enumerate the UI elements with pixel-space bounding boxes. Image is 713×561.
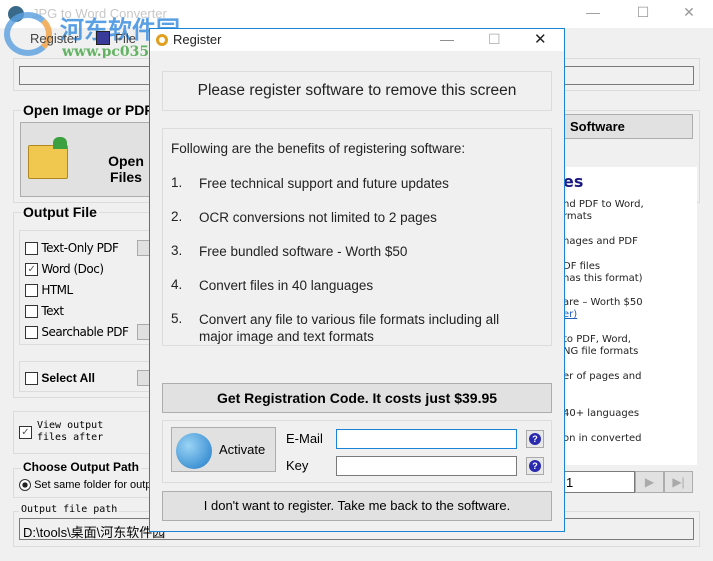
dialog-close-button[interactable]: ✕ [534,30,547,48]
activate-button[interactable]: Activate [171,427,276,472]
info-line: nages and PDF [563,236,638,247]
open-files-button[interactable]: Open Files [20,122,160,197]
software-label: Software [570,119,625,134]
get-code-label: Get Registration Code. It costs just $39… [216,390,498,406]
email-help-icon[interactable]: ? [526,430,544,448]
benefits-intro: Following are the benefits of registerin… [171,141,466,156]
open-group-label: Open Image or PDF [21,102,155,118]
select-all-label: Select All [41,371,95,385]
option-html[interactable]: HTML [25,283,73,297]
activate-label: Activate [219,442,266,457]
benefit-text: Convert files in 40 languages [199,278,374,293]
info-line: NG file formats [563,346,639,357]
info-line: DF files [563,261,601,272]
view-output-label: View output files after [37,420,103,444]
benefit-text: Free bundled software - Worth $50 [199,244,408,259]
output-file-label: Output File [21,204,99,220]
menu-label: Register [30,31,79,46]
choose-output-path-label: Choose Output Path [21,460,141,474]
banner-box: Please register software to remove this … [162,71,552,111]
option-label: Searchable PDF [41,325,129,339]
info-line: to PDF, Word, [563,334,631,345]
output-file-path-label: Output file path [19,504,120,515]
email-label: E-Mail [286,431,323,446]
option-text-only-pdf[interactable]: Text-Only PDF [25,241,119,255]
last-page-button[interactable]: ▶| [664,471,693,493]
benefit-number: 4. [171,277,183,292]
radio-icon[interactable] [19,479,31,492]
software-button[interactable]: Software [555,114,693,139]
next-page-button[interactable]: ▶ [635,471,664,493]
key-input[interactable] [336,456,517,476]
view-output-checkbox[interactable]: ✓ [19,426,32,439]
checkbox[interactable] [25,242,38,255]
back-to-software-button[interactable]: I don't want to register. Take me back t… [162,491,552,521]
view-output-line: files after [37,432,104,443]
benefit-number: 5. [171,311,183,326]
info-panel: es nd PDF to Word, rmats nages and PDF D… [555,167,697,465]
checkbox[interactable] [25,284,38,297]
minimize-button[interactable]: — [583,4,603,20]
close-button[interactable]: ✕ [679,4,699,21]
maximize-button[interactable]: ☐ [633,4,653,21]
checkbox[interactable] [25,305,38,318]
output-file-path-value: D:\tools\桌面\河东软件园 [23,525,166,540]
folder-icon [28,145,68,179]
same-folder-radio[interactable]: Set same folder for outp [19,479,152,492]
key-label: Key [286,458,309,473]
menu-file[interactable]: File [115,31,136,46]
green-arrow-icon [53,137,67,149]
register-dialog: Register — ☐ ✕ Please register software … [149,28,565,532]
info-line: are – Worth $50 [563,297,643,308]
info-link[interactable]: er) [563,309,577,320]
get-registration-code-button[interactable]: Get Registration Code. It costs just $39… [162,383,552,413]
option-label: Text [41,304,64,318]
menu-register[interactable]: Register [30,31,78,46]
option-searchable-pdf[interactable]: Searchable PDF [25,325,129,339]
benefit-number: 1. [171,175,183,190]
info-line: on in converted [563,433,642,444]
option-word-doc[interactable]: ✓ Word (Doc) [25,262,104,276]
option-label: HTML [41,283,73,297]
benefit-text: OCR conversions not limited to 2 pages [199,210,437,225]
info-line: has this format) [563,273,643,284]
key-icon [156,34,168,46]
menu-label: File [115,31,136,46]
option-text[interactable]: Text [25,304,64,318]
checkbox[interactable] [25,326,38,339]
page-number-input[interactable]: 1 [555,471,635,493]
dialog-minimize-button[interactable]: — [440,31,454,47]
globe-icon [176,433,212,469]
checkbox[interactable] [25,372,38,386]
select-all-checkbox[interactable]: Select All [25,371,95,386]
option-label: Text-Only PDF [41,241,119,255]
benefits-box: Following are the benefits of registerin… [162,128,552,346]
option-label: Word (Doc) [41,262,104,276]
dialog-title: Register [173,32,222,47]
info-heading: es [563,172,584,191]
info-line: 40+ languages [563,408,640,419]
info-line: nd PDF to Word, [563,199,644,210]
checkbox[interactable]: ✓ [25,263,38,276]
benefit-number: 2. [171,209,183,224]
info-line: er of pages and [563,371,642,382]
radio-label: Set same folder for outp [34,479,152,491]
benefit-text: Convert any file to various file formats… [199,312,500,344]
benefit-text: Free technical support and future update… [199,176,449,191]
view-output-line: View output [37,420,104,431]
back-label: I don't want to register. Take me back t… [203,498,511,513]
floppy-icon [96,31,110,45]
email-input[interactable] [336,429,517,449]
info-line: rmats [563,211,592,222]
benefit-number: 3. [171,243,183,258]
dialog-maximize-button[interactable]: ☐ [488,31,501,48]
key-help-icon[interactable]: ? [526,457,544,475]
banner-text: Please register software to remove this … [197,82,517,99]
page-number-value: 1 [566,475,574,490]
